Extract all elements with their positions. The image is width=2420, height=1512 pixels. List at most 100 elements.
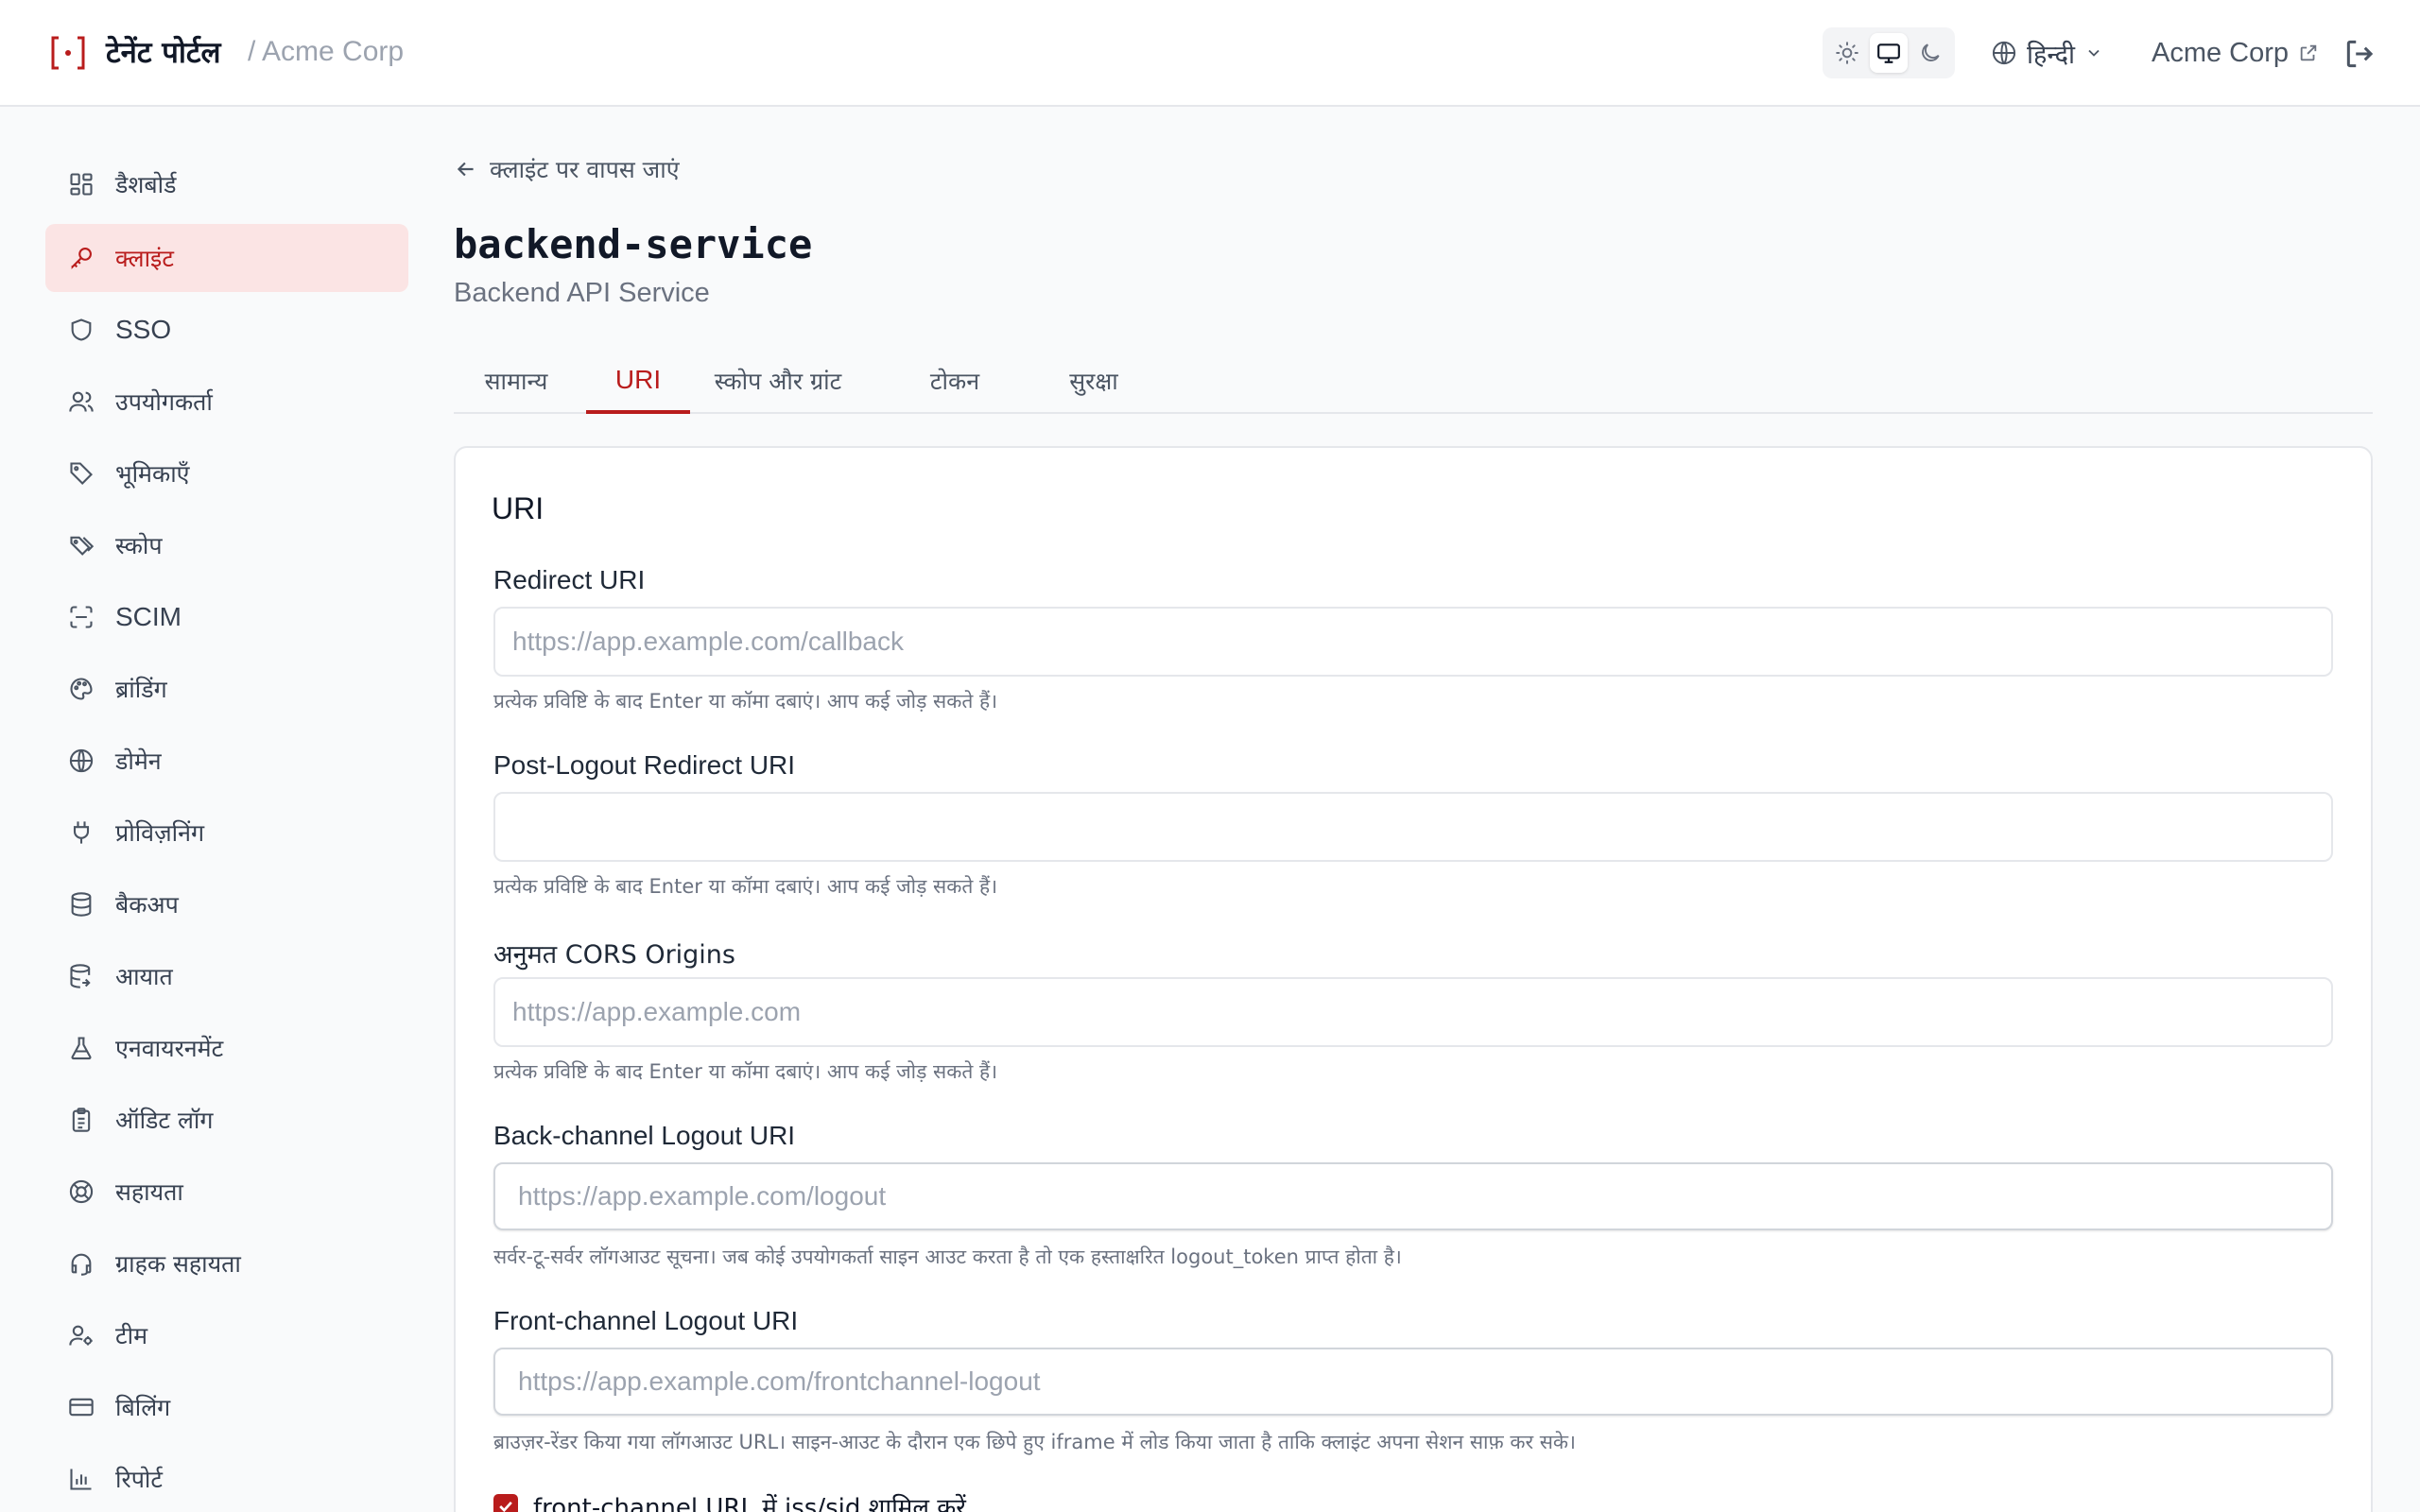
language-select[interactable]: हिन्दी [1991,34,2103,72]
tags-icon [66,530,96,560]
system-theme-button[interactable] [1870,33,1908,73]
sidebar-item-roles[interactable]: भूमिकाएँ [45,439,408,507]
sidebar-item-help[interactable]: सहायता [45,1158,408,1226]
clipboard-icon [66,1105,96,1135]
brand-title[interactable]: टेनेंट पोर्टल [106,32,221,72]
redirect-uri-help: प्रत्येक प्रविष्टि के बाद Enter या कॉमा … [493,690,998,713]
sidebar-item-audit-log[interactable]: ऑडिट लॉग [45,1086,408,1154]
user-cog-icon [66,1320,96,1350]
post-logout-uri-label: Post-Logout Redirect URI [493,750,796,780]
sidebar-item-label: SSO [115,315,172,344]
globe-icon [1992,41,2016,65]
sidebar-item-label: ग्राहक सहायता [115,1250,241,1278]
sidebar-item-billing[interactable]: बिलिंग [45,1373,408,1441]
sidebar-item-label: उपयोगकर्ता [115,388,213,416]
monitor-icon [1877,43,1900,63]
sidebar-item-label: एनवायरनमेंट [115,1035,224,1062]
client-tabs: सामान्य URI स्कोप और ग्रांट टोकन सुरक्षा [454,352,2373,414]
sidebar-item-team[interactable]: टीम [45,1301,408,1369]
sidebar-item-provisioning[interactable]: प्रोविज़निंग [45,799,408,867]
sidebar-item-label: बिलिंग [115,1394,171,1421]
sidebar-item-label: बैकअप [115,891,179,919]
palette-icon [66,674,96,704]
sidebar-item-label: स्कोप [115,532,163,559]
redirect-uri-input[interactable] [493,607,2333,677]
lifebuoy-icon [66,1177,96,1207]
frontchannel-logout-label: Front-channel Logout URI [493,1306,799,1335]
sidebar-item-backup[interactable]: बैकअप [45,870,408,938]
top-bar: टेनेंट पोर्टल / Acme Corp हिन्दी Acme Co… [0,0,2420,107]
sidebar-item-label: ब्रांडिंग [115,676,167,703]
frontchannel-logout-input[interactable] [493,1348,2333,1416]
page-title: backend-service [454,221,813,267]
users-icon [66,387,96,417]
logout-icon[interactable] [2342,36,2378,72]
cors-origins-label: अनुमत CORS Origins [493,940,735,970]
sidebar-item-branding[interactable]: ब्रांडिंग [45,655,408,723]
tab-scopes-grants[interactable]: स्कोप और ग्रांट [701,352,855,414]
tab-security[interactable]: सुरक्षा [1044,352,1144,414]
include-iss-sid-label: front-channel URL में iss/sid शामिल करें [533,1494,966,1512]
plug-icon [66,817,96,848]
flask-icon [66,1033,96,1063]
sidebar-item-label: डोमेन [115,747,162,775]
redirect-uri-label: Redirect URI [493,565,646,594]
dashboard-icon [66,169,96,199]
sidebar-item-domains[interactable]: डोमेन [45,727,408,795]
sun-icon [1836,42,1858,64]
shield-icon [66,315,96,345]
sidebar-item-environment[interactable]: एनवायरनमेंट [45,1014,408,1082]
frontchannel-logout-help: ब्राउज़र-रेंडर किया गया लॉगआउट URL। साइन… [493,1431,1577,1453]
tag-icon [66,458,96,489]
sidebar-item-dashboard[interactable]: डैशबोर्ड [45,150,408,218]
dark-theme-button[interactable] [1911,33,1949,73]
sidebar-item-reports[interactable]: रिपोर्ट [45,1445,408,1512]
arrow-left-icon [457,162,474,177]
tenant-name: Acme Corp [2152,37,2290,68]
backchannel-logout-label: Back-channel Logout URI [493,1121,796,1150]
sidebar-item-scim[interactable]: SCIM [45,583,408,651]
database-icon [66,889,96,919]
app-logo-icon [51,36,85,70]
cors-origins-help: प्रत्येक प्रविष्टि के बाद Enter या कॉमा … [493,1060,998,1083]
sidebar-item-label: सहायता [115,1178,183,1206]
tenant-link[interactable]: Acme Corp [2152,34,2319,72]
light-theme-button[interactable] [1828,33,1866,73]
sidebar-item-scopes[interactable]: स्कोप [45,511,408,579]
sidebar-item-label: टीम [115,1322,148,1349]
moon-icon [1922,43,1940,61]
tenant-breadcrumb: / Acme Corp [248,36,405,67]
sidebar-item-label: ऑडिट लॉग [115,1107,214,1134]
credit-card-icon [66,1392,96,1422]
backchannel-logout-input[interactable] [493,1162,2333,1230]
external-link-icon [2300,44,2317,61]
headset-icon [66,1248,96,1279]
post-logout-uri-help: प्रत्येक प्रविष्टि के बाद Enter या कॉमा … [493,875,998,898]
page-subtitle: Backend API Service [454,278,710,308]
post-logout-uri-input[interactable] [493,792,2333,862]
cors-origins-input[interactable] [493,977,2333,1047]
sidebar-item-label: रिपोर्ट [115,1466,163,1493]
chevron-down-icon [2088,49,2100,57]
sidebar: डैशबोर्ड क्लाइंट SSO उपयोगकर्ता भूमिकाएँ… [0,107,435,1512]
sidebar-item-sso[interactable]: SSO [45,296,408,364]
sidebar-item-label: क्लाइंट [115,245,174,272]
back-label: क्लाइंट पर वापस जाएं [490,156,680,183]
check-icon [499,1501,512,1512]
tab-uri[interactable]: URI [586,352,690,414]
include-iss-sid-checkbox[interactable] [493,1494,518,1512]
scan-icon [66,602,96,632]
language-label: हिन्दी [2027,40,2076,70]
card-title: URI [492,491,544,525]
tab-general[interactable]: सामान्य [454,352,579,414]
sidebar-item-customer-support[interactable]: ग्राहक सहायता [45,1229,408,1297]
include-iss-sid-checkbox-row[interactable]: front-channel URL में iss/sid शामिल करें [493,1489,966,1512]
sidebar-item-users[interactable]: उपयोगकर्ता [45,368,408,436]
sidebar-item-import[interactable]: आयात [45,942,408,1010]
back-to-clients-link[interactable]: क्लाइंट पर वापस जाएं [454,153,680,185]
sidebar-item-clients[interactable]: क्लाइंट [45,224,408,292]
sidebar-item-label: प्रोविज़निंग [115,819,205,847]
database-import-icon [66,961,96,991]
sidebar-item-label: आयात [115,963,173,990]
tab-tokens[interactable]: टोकन [911,352,998,414]
